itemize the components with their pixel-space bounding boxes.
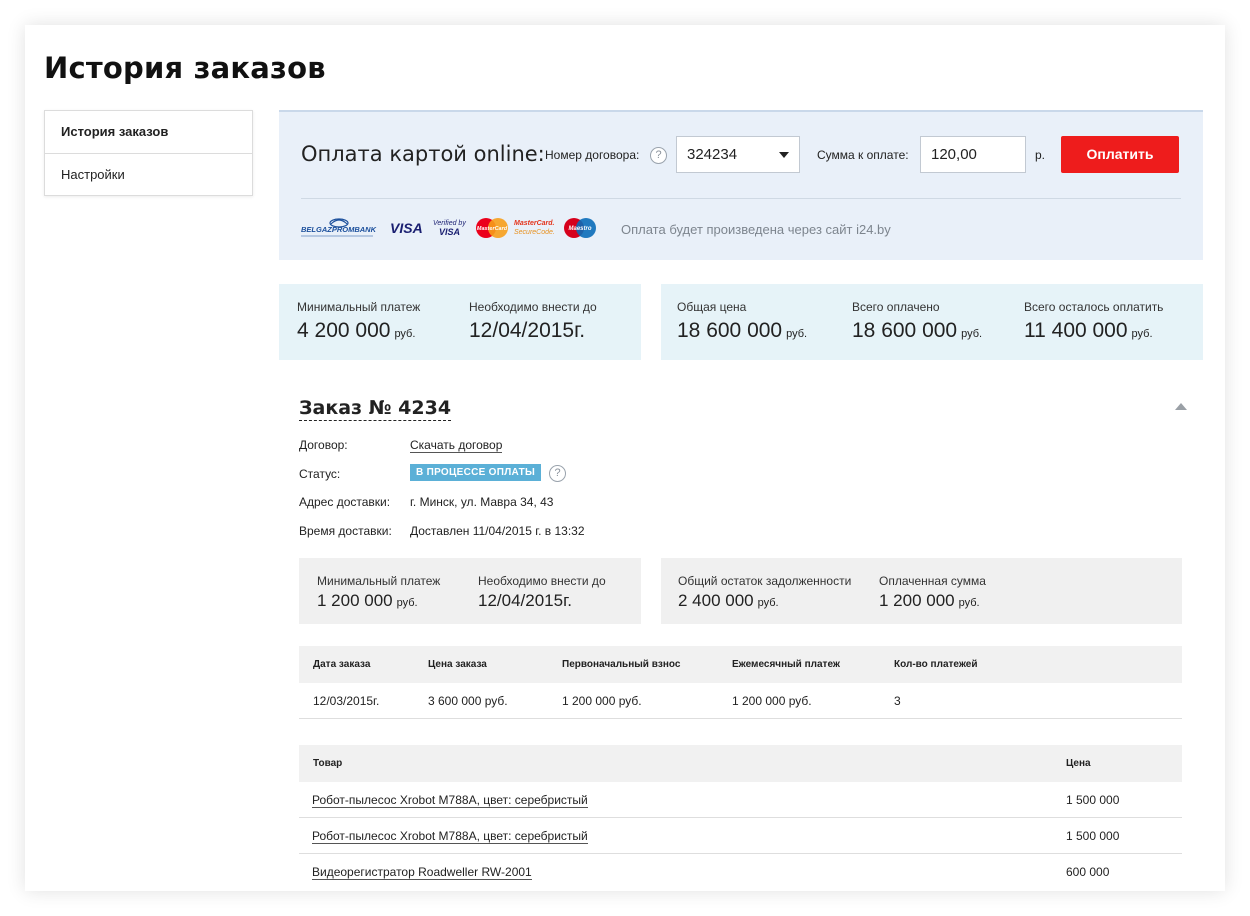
summary-label: Общий остаток задолженности: [678, 574, 852, 588]
summary-value: 1 200 000: [317, 591, 393, 610]
help-icon[interactable]: ?: [650, 147, 667, 164]
summary-unit: руб.: [396, 597, 418, 609]
status-key: Статус:: [299, 467, 341, 481]
pay-button[interactable]: Оплатить: [1061, 136, 1179, 173]
order-summary-box-left: Минимальный платеж 1 200 000 руб. Необход…: [299, 558, 641, 624]
summary-label: Всего оплачено: [852, 300, 940, 314]
table-header-cell: Дата заказа: [313, 659, 371, 670]
table-header-cell: Кол-во платежей: [894, 659, 978, 670]
table-cell: 3 600 000 руб.: [428, 694, 508, 708]
page-title: История заказов: [44, 51, 326, 85]
contract-key: Договор:: [299, 438, 348, 452]
payment-sum-label: Сумма к оплате:: [817, 148, 909, 162]
product-price: 600 000: [1066, 865, 1110, 879]
summary-label: Минимальный платеж: [317, 574, 441, 588]
contract-number-value: 324234: [687, 146, 738, 163]
summary-value: 18 600 000: [852, 319, 958, 342]
order-details-table: Дата заказа Цена заказа Первоначальный в…: [299, 646, 1182, 719]
verified-by-visa-logo: Verified by VISA: [433, 220, 466, 237]
belgazprombank-logo: BELGAZPROMBANK: [301, 218, 377, 237]
sidebar-item-settings[interactable]: Настройки: [45, 153, 252, 195]
summary-unit: руб.: [394, 328, 416, 340]
online-payment-panel: Оплата картой online: Номер договора: ? …: [279, 110, 1203, 260]
table-row: Видеорегистратор Roadweller RW-2001 600 …: [299, 854, 1182, 890]
table-row: 12/03/2015г. 3 600 000 руб. 1 200 000 ру…: [299, 683, 1182, 719]
contract-number-label: Номер договора:: [545, 148, 640, 162]
contract-number-select[interactable]: 324234: [676, 136, 800, 173]
product-link[interactable]: Робот-пылесос Xrobot M788A, цвет: серебр…: [312, 793, 588, 808]
summary-label: Необходимо внести до: [469, 300, 597, 314]
status-help-icon[interactable]: ?: [549, 465, 566, 482]
table-cell: 1 200 000 руб.: [732, 694, 812, 708]
table-header-cell: Первоначальный взнос: [562, 659, 681, 670]
verified-by-visa-line2: VISA: [439, 227, 460, 237]
summary-label: Общая цена: [677, 300, 747, 314]
address-key: Адрес доставки:: [299, 495, 391, 509]
summary-unit: руб.: [958, 597, 980, 609]
address-value: г. Минск, ул. Мавра 34, 43: [410, 495, 554, 509]
summary-unit: руб.: [1131, 328, 1153, 340]
maestro-logo-text: Maestro: [568, 226, 591, 232]
table-row: Робот-пылесос Xrobot M788A, цвет: серебр…: [299, 782, 1182, 818]
summary-label: Минимальный платеж: [297, 300, 421, 314]
product-price: 1 500 000: [1066, 793, 1120, 807]
table-row: Робот-пылесос Xrobot M788A, цвет: серебр…: [299, 818, 1182, 854]
table-header-cell: Ежемесячный платеж: [732, 659, 840, 670]
summary-label: Всего осталось оплатить: [1024, 300, 1164, 314]
verified-by-visa-line1: Verified by: [433, 220, 466, 227]
sidebar-item-order-history[interactable]: История заказов: [45, 111, 252, 153]
mastercard-securecode-line2: SecureCode.: [514, 229, 555, 236]
collapse-arrow-icon[interactable]: [1175, 403, 1187, 410]
table-header-cell: Товар: [313, 758, 343, 769]
summary-value: 1 200 000: [879, 591, 955, 610]
delivery-time-value: Доставлен 11/04/2015 г. в 13:32: [410, 524, 585, 538]
summary-unit: руб.: [961, 328, 983, 340]
payment-note: Оплата будет произведена через сайт i24.…: [621, 222, 891, 237]
summary-value: 11 400 000: [1024, 319, 1128, 342]
table-cell: 12/03/2015г.: [313, 694, 380, 708]
product-link[interactable]: Видеорегистратор Roadweller RW-2001: [312, 865, 532, 880]
summary-value: 12/04/2015г.: [469, 319, 586, 342]
table-header-cell: Цена: [1066, 758, 1091, 769]
maestro-logo: Maestro: [564, 218, 596, 238]
summary-box-min-payment: Минимальный платеж 4 200 000 руб. Необход…: [279, 284, 641, 360]
status-badge: В ПРОЦЕССЕ ОПЛАТЫ: [410, 464, 542, 481]
sidebar-nav: История заказов Настройки: [44, 110, 253, 196]
visa-logo: VISA: [390, 220, 423, 236]
order-items-table: Товар Цена Робот-пылесос Xrobot M788A, ц…: [299, 745, 1182, 890]
order-title[interactable]: Заказ № 4234: [299, 397, 452, 421]
mastercard-securecode-line1: MasterCard.: [514, 220, 555, 227]
chevron-down-icon: [779, 152, 789, 158]
visa-logo-text: VISA: [390, 220, 423, 236]
download-contract-link[interactable]: Скачать договор: [410, 438, 503, 453]
table-cell: 1 200 000 руб.: [562, 694, 642, 708]
table-header-cell: Цена заказа: [428, 659, 487, 670]
mastercard-logo: MasterCard: [476, 218, 508, 238]
summary-unit: руб.: [786, 328, 808, 340]
table-cell: 3: [894, 694, 901, 708]
summary-unit: руб.: [757, 597, 779, 609]
payment-divider: [301, 198, 1181, 199]
order-history-page: История заказов История заказов Настройк…: [25, 25, 1225, 891]
order-summary-box-right: Общий остаток задолженности 2 400 000 руб…: [661, 558, 1182, 624]
summary-value: 12/04/2015г.: [478, 591, 572, 610]
summary-box-totals: Общая цена 18 600 000 руб. Всего оплачено…: [661, 284, 1203, 360]
currency-label: р.: [1035, 148, 1046, 162]
summary-value: 18 600 000: [677, 319, 783, 342]
delivery-time-key: Время доставки:: [299, 524, 392, 538]
product-price: 1 500 000: [1066, 829, 1120, 843]
belgazprombank-logo-text: BELGAZPROMBANK: [301, 225, 377, 234]
table-header: Товар Цена: [299, 745, 1182, 782]
summary-value: 4 200 000: [297, 319, 391, 342]
payment-title: Оплата картой online:: [301, 142, 545, 166]
summary-value: 2 400 000: [678, 591, 754, 610]
summary-label: Необходимо внести до: [478, 574, 606, 588]
summary-label: Оплаченная сумма: [879, 574, 986, 588]
table-header: Дата заказа Цена заказа Первоначальный в…: [299, 646, 1182, 683]
payment-sum-input[interactable]: [920, 136, 1026, 173]
mastercard-logo-text: MasterCard: [477, 226, 508, 232]
mastercard-securecode-logo: MasterCard. SecureCode.: [514, 220, 555, 236]
product-link[interactable]: Робот-пылесос Xrobot M788A, цвет: серебр…: [312, 829, 588, 844]
